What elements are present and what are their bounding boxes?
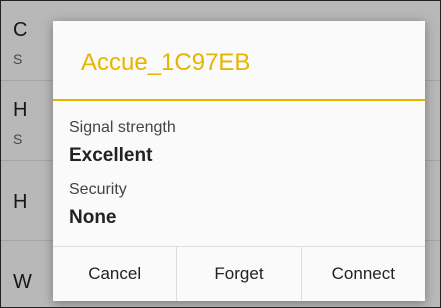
security-value: None bbox=[69, 207, 117, 228]
security-label: Security bbox=[69, 181, 127, 198]
dialog-button-row: Cancel Forget Connect bbox=[53, 246, 425, 301]
wifi-settings-screen: C S H S H W Accue_1C97EB Signal strength… bbox=[0, 0, 441, 308]
network-details-dialog: Accue_1C97EB Signal strength Excellent S… bbox=[53, 21, 425, 301]
connect-button[interactable]: Connect bbox=[300, 247, 425, 301]
signal-strength-value: Excellent bbox=[69, 145, 153, 166]
forget-button[interactable]: Forget bbox=[176, 247, 300, 301]
dialog-title: Accue_1C97EB bbox=[81, 49, 251, 76]
signal-strength-label: Signal strength bbox=[69, 119, 176, 136]
cancel-button[interactable]: Cancel bbox=[53, 247, 176, 301]
title-divider bbox=[53, 99, 425, 101]
